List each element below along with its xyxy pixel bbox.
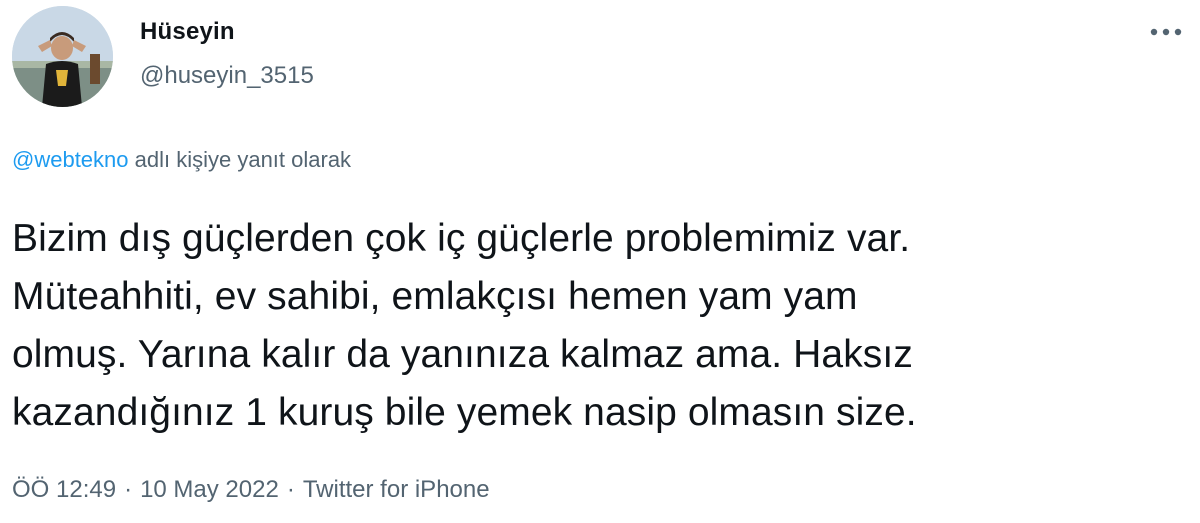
tweet-text-line: Müteahhiti, ev sahibi, emlakçısı hemen y… (12, 275, 858, 318)
avatar[interactable] (12, 6, 113, 107)
tweet-text-line: olmuş. Yarına kalır da yanınıza kalmaz a… (12, 333, 913, 376)
tweet-metadata: ÖÖ 12:49 · 10 May 2022 · Twitter for iPh… (12, 476, 490, 504)
tweet-text: Bizim dış güçlerden çok iç güçlerle prob… (12, 210, 1182, 442)
reply-context: @webtekno adlı kişiye yanıt olarak (12, 147, 351, 173)
profile-photo-icon (12, 6, 113, 107)
tweet-time[interactable]: ÖÖ 12:49 (12, 476, 116, 504)
reply-mention-link[interactable]: @webtekno (12, 147, 129, 172)
author-display-name[interactable]: Hüseyin (140, 18, 235, 46)
more-horizontal-icon (1150, 28, 1182, 36)
tweet-date[interactable]: 10 May 2022 (140, 476, 279, 504)
author-handle[interactable]: @huseyin_3515 (140, 62, 314, 90)
tweet-text-line: Bizim dış güçlerden çok iç güçlerle prob… (12, 217, 911, 260)
separator-dot: · (124, 476, 133, 503)
tweet-source[interactable]: Twitter for iPhone (303, 476, 490, 504)
reply-context-label: adlı kişiye yanıt olarak (128, 147, 352, 172)
tweet-card: Hüseyin @huseyin_3515 @webtekno adlı kiş… (0, 0, 1200, 523)
more-options-button[interactable] (1146, 12, 1186, 52)
tweet-text-line: kazandığınız 1 kuruş bile yemek nasip ol… (12, 391, 917, 434)
separator-dot: · (286, 476, 295, 503)
